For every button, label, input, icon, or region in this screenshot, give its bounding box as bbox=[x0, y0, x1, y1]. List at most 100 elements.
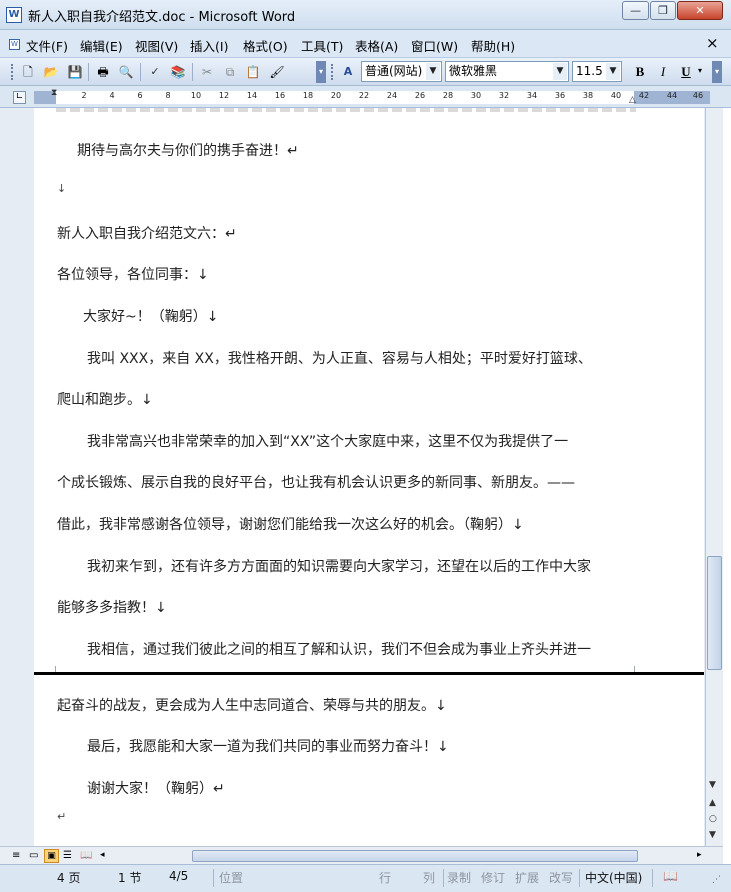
ruler-tick: 46 bbox=[692, 91, 704, 100]
select-browse-object-icon[interactable]: ○ bbox=[709, 814, 717, 824]
status-extend-selection[interactable]: 扩展 bbox=[515, 869, 539, 886]
page[interactable]: 期待与高尔夫与你们的携手奋进！↵ ↓ 新人入职自我介绍范文六：↵ 各位领导，各位… bbox=[34, 108, 704, 673]
cut-icon[interactable]: ✂ bbox=[198, 63, 216, 81]
chevron-down-icon[interactable]: ▾ bbox=[698, 66, 702, 75]
format-painter-icon[interactable]: 🖌 bbox=[268, 63, 286, 81]
chevron-down-icon[interactable]: ▼ bbox=[426, 63, 440, 80]
ruler-tick: 32 bbox=[498, 91, 510, 100]
document-area[interactable]: 期待与高尔夫与你们的携手奋进！↵ ↓ 新人入职自我介绍范文六：↵ 各位领导，各位… bbox=[0, 108, 705, 846]
paragraph-line: 最后，我愿能和大家一道为我们共同的事业而努力奋斗！↓ bbox=[87, 739, 449, 755]
toolbar-options-chevron-icon[interactable]: ▾ bbox=[712, 61, 722, 83]
resize-grip-icon[interactable]: ⋰ bbox=[712, 875, 721, 885]
paste-icon[interactable]: 📋 bbox=[244, 63, 262, 81]
ruler-tick: 44 bbox=[666, 91, 678, 100]
print-preview-icon[interactable]: 🔍 bbox=[117, 63, 135, 81]
toolbar-separator bbox=[88, 63, 89, 81]
tab-selector-icon[interactable]: ∟ bbox=[13, 91, 26, 104]
status-track-changes[interactable]: 修订 bbox=[481, 869, 505, 886]
document-icon[interactable]: W bbox=[9, 39, 20, 50]
toolbar-grip[interactable] bbox=[11, 64, 14, 80]
status-overtype[interactable]: 改写 bbox=[549, 869, 573, 886]
menu-view[interactable]: 视图(V) bbox=[135, 36, 178, 55]
paragraph-line: 起奋斗的战友，更会成为人生中志同道合、荣辱与共的朋友。↓ bbox=[57, 698, 447, 714]
close-document-icon[interactable]: × bbox=[706, 34, 719, 52]
horizontal-scroll-thumb[interactable] bbox=[192, 850, 638, 862]
menu-format[interactable]: 格式(O) bbox=[243, 36, 288, 55]
style-combo[interactable]: 普通(网站) ▼ bbox=[361, 61, 442, 82]
status-separator bbox=[213, 869, 214, 887]
ruler-tick: 8 bbox=[165, 91, 171, 100]
status-separator bbox=[443, 869, 444, 887]
status-page-count: 4/5 bbox=[169, 869, 189, 883]
menu-tools[interactable]: 工具(T) bbox=[301, 36, 343, 55]
status-record-macro[interactable]: 录制 bbox=[447, 869, 471, 886]
indent-marker-icon[interactable]: ⧗ bbox=[51, 88, 57, 98]
menu-file[interactable]: 文件(F) bbox=[26, 36, 68, 55]
menu-bar: W 文件(F) 编辑(E) 视图(V) 插入(I) 格式(O) 工具(T) 表格… bbox=[0, 30, 731, 58]
scroll-down-arrow-icon[interactable]: ▼ bbox=[709, 780, 716, 790]
status-row: 行 bbox=[379, 871, 392, 885]
underline-button[interactable]: U bbox=[677, 63, 695, 81]
toolbar-separator bbox=[140, 63, 141, 81]
open-folder-icon[interactable]: 📂 bbox=[42, 63, 60, 81]
paragraph-line: 能够多多指教！↓ bbox=[57, 600, 167, 616]
menu-window[interactable]: 窗口(W) bbox=[411, 36, 458, 55]
web-layout-view-icon[interactable]: ▭ bbox=[29, 850, 38, 861]
menu-insert[interactable]: 插入(I) bbox=[190, 36, 228, 55]
horizontal-scrollbar[interactable]: ≡ ▭ ▣ ☰ 📖 ◂ ▸ bbox=[0, 846, 723, 864]
vertical-scrollbar[interactable]: ▼ ▲ ○ ▼ bbox=[705, 108, 723, 846]
research-icon[interactable]: 📚 bbox=[169, 63, 187, 81]
title-bar: W 新人入职自我介绍范文.doc - Microsoft Word — ❐ ✕ bbox=[0, 0, 731, 30]
menu-edit[interactable]: 编辑(E) bbox=[80, 36, 123, 55]
scroll-left-arrow-icon[interactable]: ◂ bbox=[100, 850, 105, 860]
menu-help[interactable]: 帮助(H) bbox=[471, 36, 515, 55]
spelling-icon[interactable]: ✓ bbox=[146, 63, 164, 81]
toolbar-options-chevron-icon[interactable]: ▾ bbox=[316, 61, 326, 83]
vertical-scroll-thumb[interactable] bbox=[707, 556, 722, 670]
ruler-tick: 42 bbox=[638, 91, 650, 100]
restore-button[interactable]: ❐ bbox=[650, 1, 676, 20]
paragraph-line: 爬山和跑步。↓ bbox=[57, 392, 153, 408]
ruler-tick: 40 bbox=[610, 91, 622, 100]
font-combo[interactable]: 微软雅黑 ▼ bbox=[445, 61, 569, 82]
print-icon[interactable]: 🖶 bbox=[94, 63, 112, 81]
next-page-icon[interactable]: ▼ bbox=[709, 830, 716, 840]
styles-pane-icon[interactable]: A bbox=[339, 63, 357, 81]
print-layout-view-icon[interactable]: ▣ bbox=[44, 849, 59, 863]
toolbar-grip[interactable] bbox=[331, 64, 334, 80]
scroll-right-arrow-icon[interactable]: ▸ bbox=[697, 850, 702, 860]
paragraph-line: 新人入职自我介绍范文六：↵ bbox=[57, 226, 237, 242]
paragraph-line: 我非常高兴也非常荣幸的加入到“XX”这个大家庭中来，这里不仅为我提供了一 bbox=[87, 434, 569, 450]
spelling-status-icon[interactable]: 📖 bbox=[663, 869, 678, 883]
style-value: 普通(网站) bbox=[365, 64, 423, 78]
status-language[interactable]: 中文(中国) bbox=[585, 869, 642, 886]
status-separator bbox=[652, 869, 653, 887]
previous-page-icon[interactable]: ▲ bbox=[709, 798, 716, 808]
ruler-tick: 20 bbox=[330, 91, 342, 100]
bold-button[interactable]: B bbox=[631, 63, 649, 81]
ruler-tick: 14 bbox=[246, 91, 258, 100]
status-section: 1 节 bbox=[118, 871, 142, 885]
outline-view-icon[interactable]: ☰ bbox=[63, 850, 72, 861]
save-icon[interactable]: 💾 bbox=[66, 63, 84, 81]
toolbar-separator bbox=[192, 63, 193, 81]
paragraph-line: 各位领导，各位同事：↓ bbox=[57, 267, 209, 283]
right-indent-marker-icon[interactable]: △ bbox=[629, 95, 636, 105]
status-bar: 4 页 1 节 4/5 位置 行 列 录制 修订 扩展 改写 中文(中国) 📖 … bbox=[0, 864, 731, 892]
minimize-button[interactable]: — bbox=[622, 1, 649, 20]
normal-view-icon[interactable]: ≡ bbox=[12, 850, 20, 861]
chevron-down-icon[interactable]: ▼ bbox=[606, 63, 620, 80]
font-size-combo[interactable]: 11.5 ▼ bbox=[572, 61, 622, 82]
copy-icon[interactable]: ⧉ bbox=[221, 63, 239, 81]
toolbar: 🗋 📂 💾 🖶 🔍 ✓ 📚 ✂ ⧉ 📋 🖌 ▾ A 普通(网站) ▼ 微软雅黑 … bbox=[0, 58, 731, 86]
paragraph-mark: ↵ bbox=[57, 810, 67, 823]
reading-layout-view-icon[interactable]: 📖 bbox=[80, 850, 92, 861]
chevron-down-icon[interactable]: ▼ bbox=[553, 63, 567, 80]
horizontal-ruler[interactable]: ∟ ⧗ △ 2 4 6 8 10 12 14 16 18 20 22 24 26… bbox=[0, 86, 731, 108]
menu-table[interactable]: 表格(A) bbox=[355, 36, 398, 55]
italic-button[interactable]: I bbox=[654, 63, 672, 81]
close-button[interactable]: ✕ bbox=[677, 1, 723, 20]
page[interactable]: 起奋斗的战友，更会成为人生中志同道合、荣辱与共的朋友。↓ 最后，我愿能和大家一道… bbox=[34, 675, 704, 846]
cut-off-text-line bbox=[56, 108, 636, 112]
new-document-icon[interactable]: 🗋 bbox=[19, 63, 37, 81]
